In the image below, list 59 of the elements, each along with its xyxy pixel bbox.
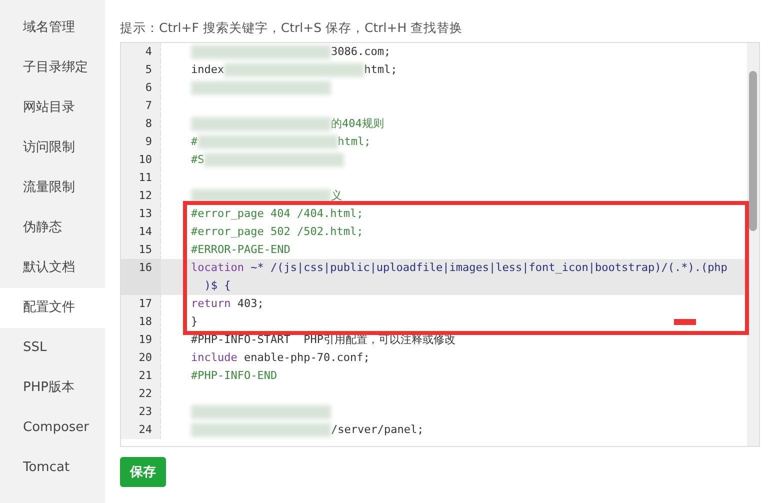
sidebar-item[interactable]: PHP版本 [0, 368, 105, 408]
sidebar-item[interactable]: Tomcat [0, 448, 105, 488]
code-token: html; [338, 134, 371, 150]
line-number: 19 [121, 331, 161, 349]
code-token: location [191, 260, 244, 276]
code-editor[interactable] [120, 42, 760, 447]
code-token: 3086.com; [331, 44, 391, 60]
code-token: return [191, 296, 231, 312]
code-token: enable-php-70.conf; [242, 350, 370, 366]
line-number: 21 [121, 367, 161, 385]
sidebar-item[interactable]: Composer [0, 408, 105, 448]
code-token: )$ { [203, 278, 231, 294]
code-token: 的404规则 [331, 116, 384, 132]
code-token: 义 [331, 188, 342, 204]
line-number: 24 [121, 421, 161, 439]
line-number: 7 [121, 97, 161, 115]
sidebar-item[interactable]: 访问限制 [0, 128, 105, 168]
line-number: 11 [121, 169, 161, 187]
code-token: index [191, 62, 224, 78]
code-token: #S [191, 152, 204, 168]
line-number: 23 [121, 403, 161, 421]
code-token: # [191, 134, 198, 150]
line-number: 15 [121, 241, 161, 259]
code-token: ~* /(js|css|public|uploadfile|images|less|font_icon|bootstrap)/(.*).(php [250, 260, 728, 276]
code-token: include [191, 350, 238, 366]
line-number: 5 [121, 61, 161, 79]
line-number: 18 [121, 313, 161, 331]
sidebar-item[interactable]: 域名管理 [0, 8, 105, 48]
code-token: } [191, 314, 198, 330]
line-number: 16 [121, 259, 161, 277]
sidebar-item[interactable]: SSL [0, 328, 105, 368]
line-number: 20 [121, 349, 161, 367]
sidebar-item[interactable]: 默认文档 [0, 248, 105, 288]
sidebar-item[interactable]: 子目录绑定 [0, 48, 105, 88]
line-number: 14 [121, 223, 161, 241]
line-number: 9 [121, 133, 161, 151]
sidebar-item[interactable]: 伪静态 [0, 208, 105, 248]
line-number: 4 [121, 43, 161, 61]
code-token: /server/panel; [331, 422, 424, 438]
line-number: 13 [121, 205, 161, 223]
line-number: 10 [121, 151, 161, 169]
scrollbar[interactable] [747, 43, 759, 446]
line-number: 8 [121, 115, 161, 133]
annotation-mark [674, 319, 696, 325]
code-token: #error_page 404 /404.html; [191, 206, 364, 222]
sidebar-item[interactable]: 配置文件 [0, 288, 105, 328]
line-number: 17 [121, 295, 161, 313]
line-number: 22 [121, 385, 161, 403]
sidebar-item[interactable]: 流量限制 [0, 168, 105, 208]
code-token: #PHP-INFO-END [191, 368, 278, 384]
sidebar-item[interactable]: 网站目录 [0, 88, 105, 128]
code-token: #ERROR-PAGE-END [191, 242, 290, 258]
hint-text: 提示：Ctrl+F 搜索关键字，Ctrl+S 保存，Ctrl+H 查找替换 [120, 20, 464, 37]
code-token: 403; [236, 296, 264, 312]
line-number: 6 [121, 79, 161, 97]
code-token: #error_page 502 /502.html; [191, 224, 364, 240]
gutter-cell [121, 277, 161, 295]
line-number: 12 [121, 187, 161, 205]
code-token: html; [364, 62, 398, 78]
